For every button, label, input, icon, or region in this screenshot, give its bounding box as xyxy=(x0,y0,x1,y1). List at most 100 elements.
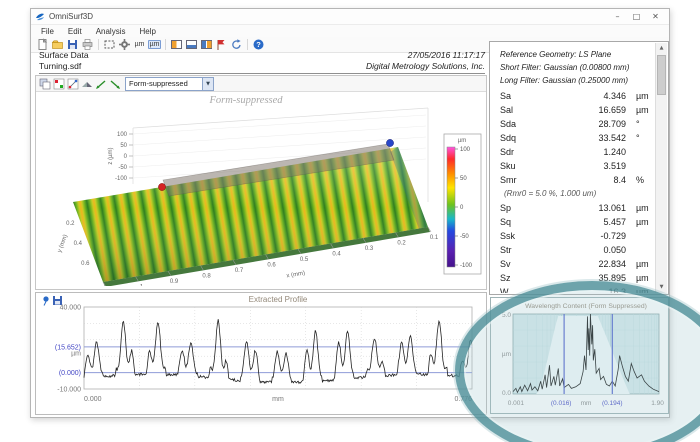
maximize-button[interactable]: □ xyxy=(627,10,646,23)
profile-extract-icon[interactable] xyxy=(108,77,122,90)
profile-y-label: µm xyxy=(71,350,81,357)
toolbar-separator xyxy=(98,39,99,50)
parameter-unit: µm xyxy=(636,105,649,115)
profile-end-marker[interactable] xyxy=(386,139,394,147)
parameter-value: 5.457 xyxy=(603,217,626,227)
parameter-name: Sal xyxy=(500,105,514,115)
z-tick-label: 100 xyxy=(117,132,128,138)
y-tick-label: 0.2 xyxy=(66,221,75,227)
wavelength-chart-title: Wavelength Content (Form Suppressed) xyxy=(525,303,647,310)
parameter-unit: µm xyxy=(636,217,649,227)
dropdown-value: Form-suppressed xyxy=(129,79,188,88)
parameter-row-sda[interactable]: Sda 28.709 ° xyxy=(490,117,655,131)
menu-help[interactable]: Help xyxy=(132,27,162,36)
wl-x-label: (0.016) xyxy=(551,400,572,407)
profile-marker-icon[interactable] xyxy=(94,77,108,90)
parameter-name: W xyxy=(500,287,509,293)
parameter-row-sdq[interactable]: Sdq 33.542 ° xyxy=(490,131,655,145)
parameter-unit: µm xyxy=(636,287,649,293)
menu-file[interactable]: File xyxy=(34,27,61,36)
parameter-unit: µm xyxy=(636,91,649,101)
colorbar-tick-label: -50 xyxy=(460,234,469,240)
document-header: Surface Data Turning.sdf 27/05/2016 11:1… xyxy=(39,50,485,74)
parameter-row-str[interactable]: Str 0.050 xyxy=(490,243,655,257)
parameter-name: Sdr xyxy=(500,147,515,157)
parameter-row-sdr[interactable]: Sdr 1.240 xyxy=(490,145,655,159)
profile-x-min-label: 0.000 xyxy=(84,396,102,403)
filter-settings-header: Reference Geometry: LS Plane Short Filter… xyxy=(500,48,629,87)
parameter-value: 3.519 xyxy=(603,161,626,171)
toolbar-separator xyxy=(165,39,166,50)
parameter-row-sz[interactable]: Sz 35.895 µm xyxy=(490,271,655,285)
file-name-label: Turning.sdf xyxy=(39,61,82,71)
parameter-note: (Rmr0 = 5.0 %, 1.000 um) xyxy=(504,189,597,198)
parameter-row-sq[interactable]: Sq 5.457 µm xyxy=(490,215,655,229)
session-info: 27/05/2016 11:17:17 Digital Metrology So… xyxy=(366,50,485,73)
datetime-label: 27/05/2016 11:17:17 xyxy=(407,50,485,60)
parameter-name: Sq xyxy=(500,217,512,227)
profile-chart-title: Extracted Profile xyxy=(249,295,308,304)
menu-analysis[interactable]: Analysis xyxy=(89,27,133,36)
colorbar-unit-label: µm xyxy=(458,138,466,144)
parameter-list: Sa 4.346 µm Sal 16.659 µm Sda 28.709 ° Sdq 33.542 °… xyxy=(490,89,655,293)
surface-toolbar: Form-suppressed ▼ xyxy=(36,76,486,92)
parameter-value: 16.3 xyxy=(608,287,626,293)
profile-y-label: -10.000 xyxy=(57,387,81,394)
parameter-row-smr[interactable]: Smr 8.4% xyxy=(490,173,655,187)
extracted-profile-chart[interactable]: Extracted Profile40.000(15.652)µm(0.000)… xyxy=(36,293,484,412)
colorbar-tick-label: 100 xyxy=(460,147,471,153)
scrollbar-thumb[interactable] xyxy=(657,55,666,95)
parameter-row-ssk[interactable]: Ssk -0.729 xyxy=(490,229,655,243)
z-tick-label: 0 xyxy=(124,154,128,160)
parameter-row-w[interactable]: W 16.3 µm xyxy=(490,285,655,293)
profile-plot-area[interactable] xyxy=(83,306,473,390)
menu-edit[interactable]: Edit xyxy=(61,27,89,36)
profile-y-label: 40.000 xyxy=(60,305,82,312)
parameter-name: Sp xyxy=(500,203,512,213)
copy-view-icon[interactable] xyxy=(38,77,52,90)
surface-view-dropdown[interactable]: Form-suppressed ▼ xyxy=(125,76,214,91)
parameter-row-sal[interactable]: Sal 16.659 µm xyxy=(490,103,655,117)
company-label: Digital Metrology Solutions, Inc. xyxy=(365,61,485,71)
filter-setting-line: Reference Geometry: LS Plane xyxy=(500,50,612,59)
profile-start-marker[interactable] xyxy=(158,183,166,191)
parameter-value: 35.895 xyxy=(598,273,626,283)
title-bar: OmniSurf3D – □ ✕ xyxy=(31,9,669,25)
parameter-row-sp[interactable]: Sp 13.061 µm xyxy=(490,201,655,215)
wavelength-content-panel: Wavelength Content (Form Suppressed) 5.0 µ… xyxy=(490,297,669,414)
axis-scale-icon[interactable] xyxy=(66,77,80,90)
colorbar-gradient xyxy=(446,146,456,268)
surface-3d-panel: Form-suppressed ▼ Form-suppressed 100 50 0 -… xyxy=(35,75,487,290)
document-info: Surface Data Turning.sdf xyxy=(39,50,89,73)
parameter-row-sku[interactable]: Sku 3.519 xyxy=(490,159,655,173)
chevron-down-icon[interactable]: ▼ xyxy=(202,77,213,90)
toolbar-separator xyxy=(247,39,248,50)
parameter-value: 33.542 xyxy=(598,133,626,143)
parameter-row-sv[interactable]: Sv 22.834 µm xyxy=(490,257,655,271)
parameter-name: Sku xyxy=(500,161,516,171)
flip-view-icon[interactable] xyxy=(80,77,94,90)
profile-x-max-label: 0.776 xyxy=(454,396,472,403)
x-tick-label: 0.3 xyxy=(365,246,374,252)
pin-icon[interactable] xyxy=(43,296,49,306)
profile-y-label: (0.000) xyxy=(59,370,81,377)
close-button[interactable]: ✕ xyxy=(646,10,665,23)
window-title: OmniSurf3D xyxy=(49,12,94,21)
scroll-up-icon[interactable]: ▲ xyxy=(656,43,667,54)
parameter-value: 28.709 xyxy=(598,119,626,129)
x-tick-label: 0.2 xyxy=(397,241,406,247)
results-scrollbar[interactable]: ▲ ▼ xyxy=(655,43,667,293)
scroll-down-icon[interactable]: ▼ xyxy=(656,282,667,293)
parameter-row-sa[interactable]: Sa 4.346 µm xyxy=(490,89,655,103)
x-tick-label: 1 xyxy=(140,285,144,287)
wl-y-min-label: 0.0 xyxy=(502,390,511,397)
color-scale-icon[interactable] xyxy=(52,77,66,90)
surface-3d-plot[interactable]: 100500-50-100z (µm)0.20.40.6y (mm)1.110.… xyxy=(38,92,484,286)
parameter-value: 4.346 xyxy=(603,91,626,101)
parameter-name: Sv xyxy=(500,259,511,269)
parameter-value: 22.834 xyxy=(598,259,626,269)
wavelength-content-chart[interactable]: Wavelength Content (Form Suppressed) 5.0 µ… xyxy=(491,298,666,411)
minimize-button[interactable]: – xyxy=(608,10,627,23)
back-wall-gridline xyxy=(132,125,427,146)
parameter-value: 1.240 xyxy=(603,147,626,157)
